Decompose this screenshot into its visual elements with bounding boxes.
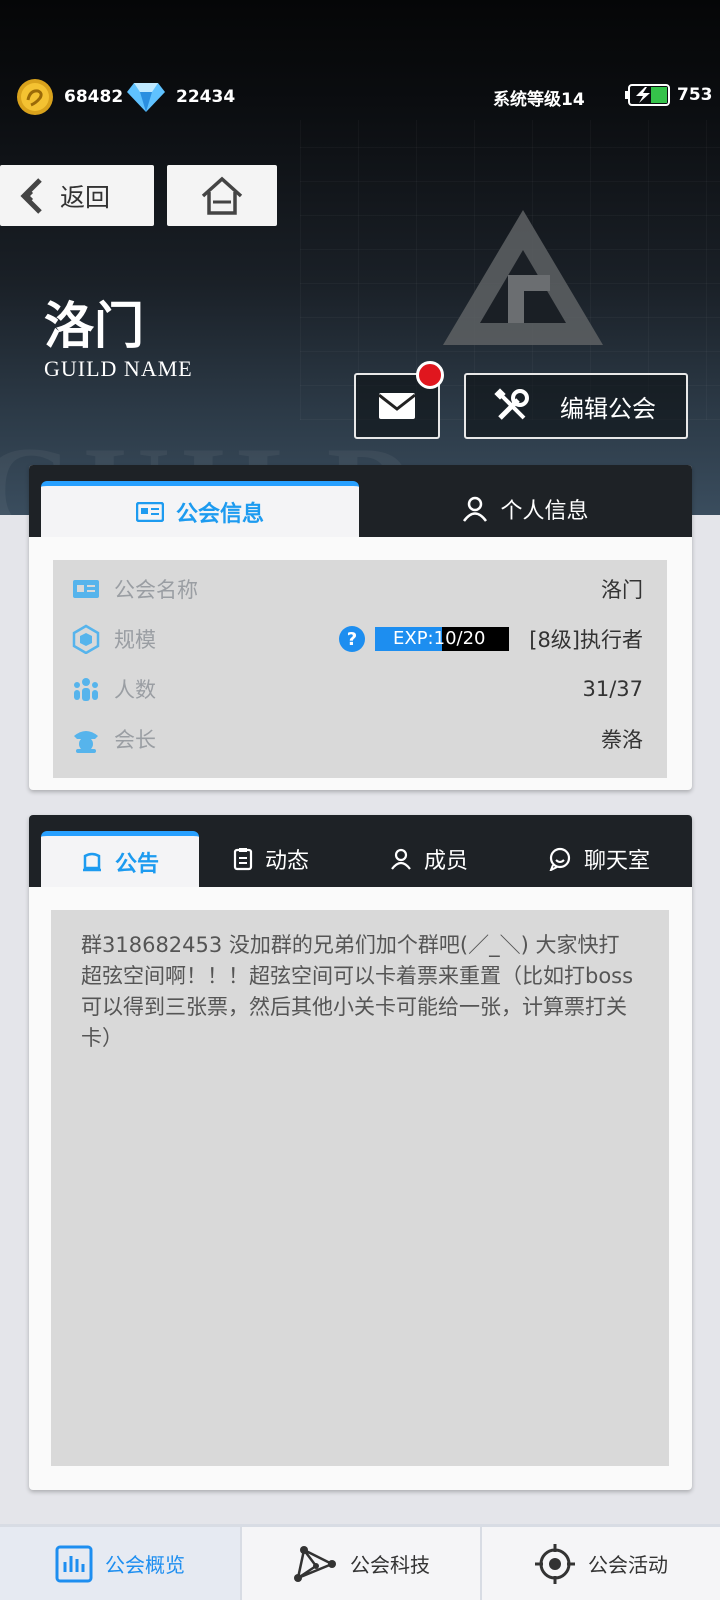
tab-notice[interactable]: 公告	[41, 831, 199, 887]
back-button[interactable]: 返回	[0, 165, 154, 226]
resource-bar: 68482 22434 系统等级14 753	[0, 78, 720, 115]
target-icon	[535, 1543, 575, 1584]
exp-text: EXP:10/20	[393, 628, 486, 649]
guild-content-card: 公告 动态 成员 聊天室 群318682453 没加群的兄弟们加个群吧(／_＼)…	[29, 815, 692, 1490]
cube-icon	[72, 624, 100, 654]
guild-subtitle: GUILD NAME	[44, 356, 193, 381]
tab-chat[interactable]: 聊天室	[519, 831, 679, 887]
exp-progress-bar: EXP:10/20	[375, 627, 509, 651]
tab-notice-label: 公告	[114, 851, 159, 877]
content-tabs: 公告 动态 成员 聊天室	[29, 815, 692, 887]
nav-guild-events-label: 公会活动	[588, 1553, 668, 1577]
coin-count: 68482	[64, 87, 124, 107]
bottom-navigation: 公会概览 公会科技 公会活动	[0, 1524, 720, 1600]
leader-badge-icon	[74, 731, 98, 753]
edit-guild-label: 编辑公会	[560, 394, 656, 423]
energy-count: 753	[677, 85, 713, 105]
bar-chart-icon	[55, 1545, 93, 1582]
info-row-name: 公会名称 洛门	[53, 564, 667, 614]
home-button[interactable]	[167, 165, 277, 226]
nav-guild-overview-label: 公会概览	[105, 1553, 185, 1577]
nav-guild-overview[interactable]: 公会概览	[0, 1527, 240, 1600]
tab-members-label: 成员	[423, 849, 468, 874]
members-value: 31/37	[582, 677, 643, 701]
person-icon	[391, 848, 411, 870]
nav-guild-tech[interactable]: 公会科技	[242, 1527, 480, 1600]
leader-label: 会长	[114, 728, 156, 752]
tab-members[interactable]: 成员	[359, 831, 499, 887]
info-row-members: 人数 31/37	[53, 664, 667, 714]
guild-info-table: 公会名称 洛门 规模 ? EXP:10/20 [8级]执行者 人数 31/37 …	[53, 560, 667, 778]
members-label: 人数	[114, 678, 156, 702]
chevron-left-icon	[20, 177, 42, 214]
chat-bubble-icon	[549, 847, 571, 871]
nav-guild-tech-label: 公会科技	[350, 1553, 430, 1577]
megaphone-icon	[82, 852, 101, 871]
tab-guild-info-label: 公会信息	[175, 501, 264, 527]
guild-emblem-icon	[443, 210, 603, 345]
guild-name-value: 洛门	[601, 578, 643, 602]
id-card-icon	[73, 580, 99, 598]
people-icon	[74, 678, 98, 701]
tab-guild-info[interactable]: 公会信息	[41, 481, 359, 537]
guild-name-label: 公会名称	[114, 578, 198, 602]
energy-battery-icon	[625, 84, 670, 106]
back-button-label: 返回	[60, 182, 111, 212]
gem-count: 22434	[176, 87, 236, 107]
gold-coin-icon	[17, 79, 53, 115]
tab-personal-info-label: 个人信息	[500, 499, 589, 524]
person-icon	[463, 496, 488, 522]
id-card-icon	[135, 501, 164, 522]
guild-level-value: [8级]执行者	[529, 628, 643, 652]
tools-icon	[494, 388, 529, 420]
home-icon	[201, 176, 243, 215]
tab-chat-label: 聊天室	[583, 849, 650, 874]
info-row-scale: 规模 ? EXP:10/20 [8级]执行者	[53, 614, 667, 664]
tab-activity[interactable]: 动态	[201, 831, 341, 887]
tab-personal-info[interactable]: 个人信息	[359, 481, 692, 537]
nav-guild-events[interactable]: 公会活动	[482, 1527, 720, 1600]
guild-title: 洛门	[44, 296, 144, 355]
tab-activity-label: 动态	[264, 849, 309, 874]
system-level: 系统等级14	[493, 90, 585, 110]
help-icon[interactable]: ?	[339, 626, 365, 652]
notice-text: 群318682453 没加群的兄弟们加个群吧(／_＼) 大家快打超弦空间啊！！！…	[51, 910, 669, 1466]
network-icon	[294, 1545, 336, 1582]
info-row-leader: 会长 䄅洛	[53, 714, 667, 764]
guild-info-card: 公会信息 个人信息 公会名称 洛门 规模 ? EXP:10/20 [8级]执行者…	[29, 465, 692, 790]
envelope-icon	[378, 393, 416, 419]
diamond-icon	[127, 83, 165, 112]
guild-info-tabs: 公会信息 个人信息	[29, 465, 692, 537]
edit-guild-button[interactable]: 编辑公会	[464, 373, 688, 439]
notification-badge	[416, 361, 444, 389]
leader-value: 䄅洛	[601, 728, 643, 752]
clipboard-icon	[233, 848, 253, 871]
scale-label: 规模	[114, 628, 156, 652]
